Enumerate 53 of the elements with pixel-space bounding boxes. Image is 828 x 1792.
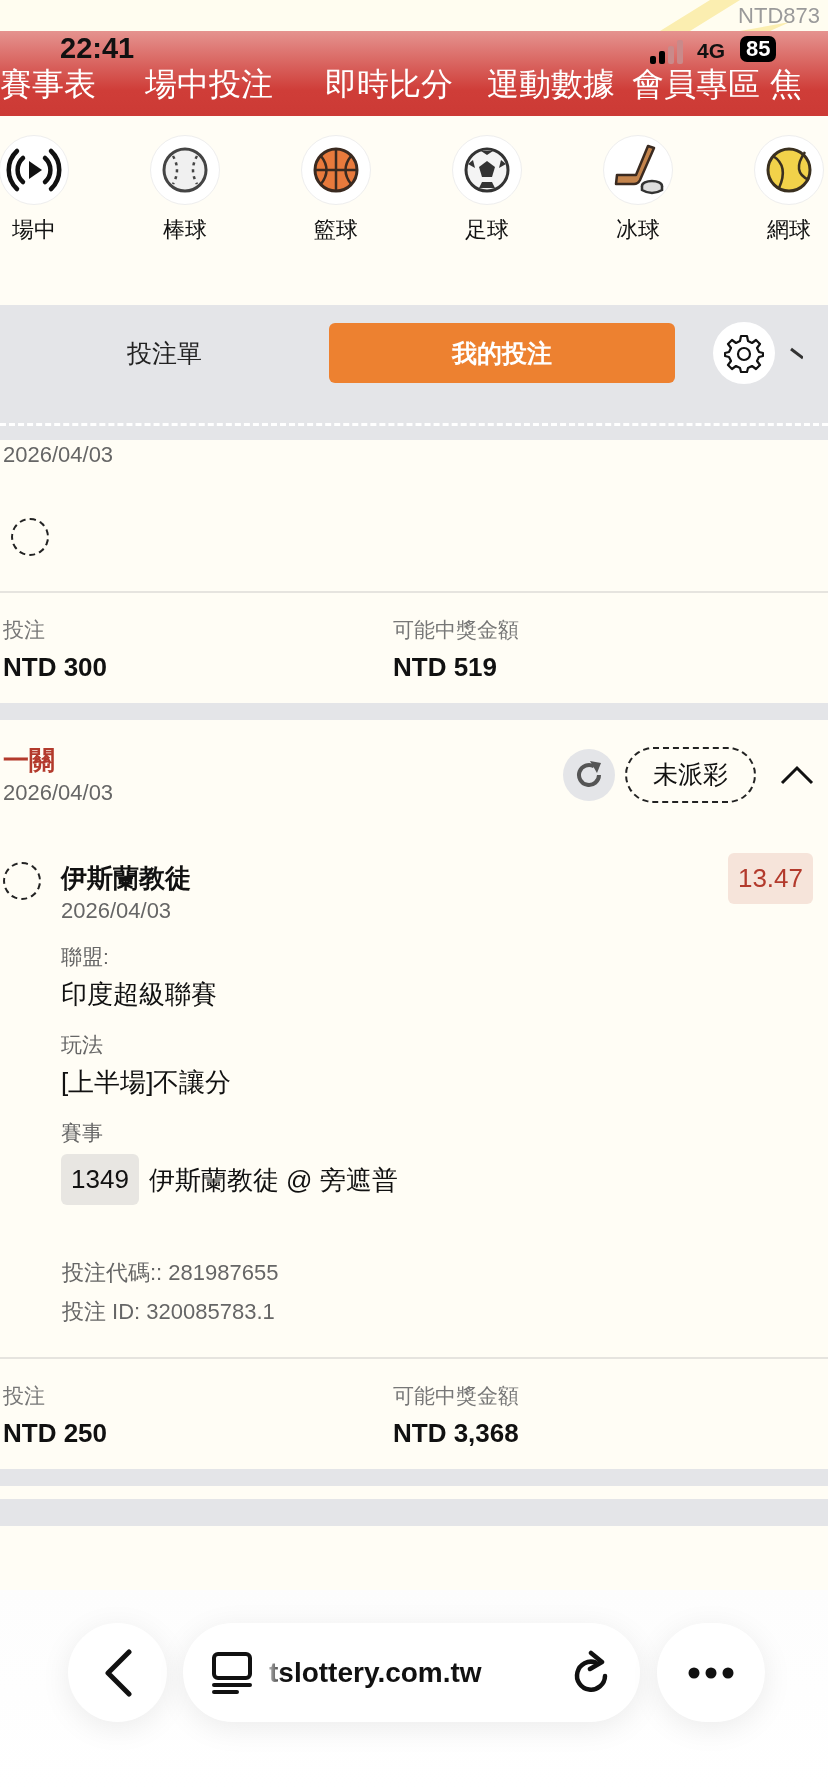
nav-link[interactable]: 場中投注: [145, 62, 273, 106]
field-label: 賽事: [61, 1120, 103, 1146]
bet-id: 投注 ID: 320085783.1: [62, 1298, 276, 1326]
bet-slip-tab[interactable]: 投注單: [64, 323, 265, 383]
field-value: 印度超級聯賽: [61, 978, 217, 1011]
bet-slip-tab[interactable]: 我的投注: [329, 323, 675, 383]
sport-label: 冰球: [615, 216, 660, 244]
sport-label: 網球: [766, 216, 811, 244]
team-name: 伊斯蘭教徒: [61, 861, 191, 895]
nav-link[interactable]: 運動數據: [487, 62, 615, 106]
more-icon: [688, 1666, 734, 1679]
payout-amount: NTD 519: [393, 651, 499, 684]
payout-amount: NTD 3,368: [393, 1417, 520, 1450]
sport-label: 足球: [464, 216, 509, 244]
chevron-up-icon[interactable]: [780, 765, 814, 785]
sport-label: 棒球: [162, 216, 207, 244]
stake-amount: NTD 300: [3, 651, 109, 684]
event-name: 伊斯蘭教徒 @ 旁遮普: [148, 1163, 398, 1197]
nav-link[interactable]: 會員專區: [632, 62, 760, 106]
bet-type: 一關: [3, 744, 56, 777]
field-value: [上半場]不讓分: [61, 1066, 232, 1099]
gear-icon: [724, 333, 764, 373]
sport-label: 場中: [11, 216, 56, 244]
odds-badge: 13.47: [727, 852, 813, 904]
bet-date: 2026/04/03: [3, 779, 115, 807]
balance-text: NTD873: [738, 2, 820, 29]
sport-label: 籃球: [313, 216, 358, 244]
event-number: 1349: [61, 1154, 139, 1205]
bet-code: 投注代碼:: 281987655: [62, 1259, 280, 1287]
address-bar[interactable]: tslottery.com.tw: [183, 1623, 640, 1722]
payout-label: 可能中獎金額: [393, 1383, 520, 1409]
nav-link[interactable]: 賽事表: [0, 62, 96, 106]
stake-amount: NTD 250: [3, 1417, 109, 1450]
network-label: 4G: [697, 39, 725, 63]
selection-circle[interactable]: [11, 518, 49, 556]
stake-label: 投注: [3, 1383, 46, 1409]
status-time: 22:41: [60, 32, 135, 65]
signal-icon: [650, 40, 686, 64]
refresh-button[interactable]: [563, 749, 615, 801]
status-badge: 未派彩: [625, 747, 756, 803]
match-date: 2026/04/03: [61, 897, 172, 925]
nav-link[interactable]: 即時比分: [325, 62, 453, 106]
bet-date: 2026/04/03: [2, 441, 115, 469]
field-label: 聯盟:: [61, 944, 109, 970]
field-label: 玩法: [61, 1032, 103, 1058]
payout-label: 可能中獎金額: [393, 617, 520, 643]
url-text: tslottery.com.tw: [269, 1656, 483, 1689]
nav-link[interactable]: 焦: [770, 62, 802, 106]
battery-indicator: 85: [740, 36, 777, 62]
selection-circle[interactable]: [3, 862, 41, 900]
stake-label: 投注: [3, 617, 46, 643]
reader-icon[interactable]: [211, 1650, 253, 1695]
back-icon: [102, 1648, 133, 1697]
